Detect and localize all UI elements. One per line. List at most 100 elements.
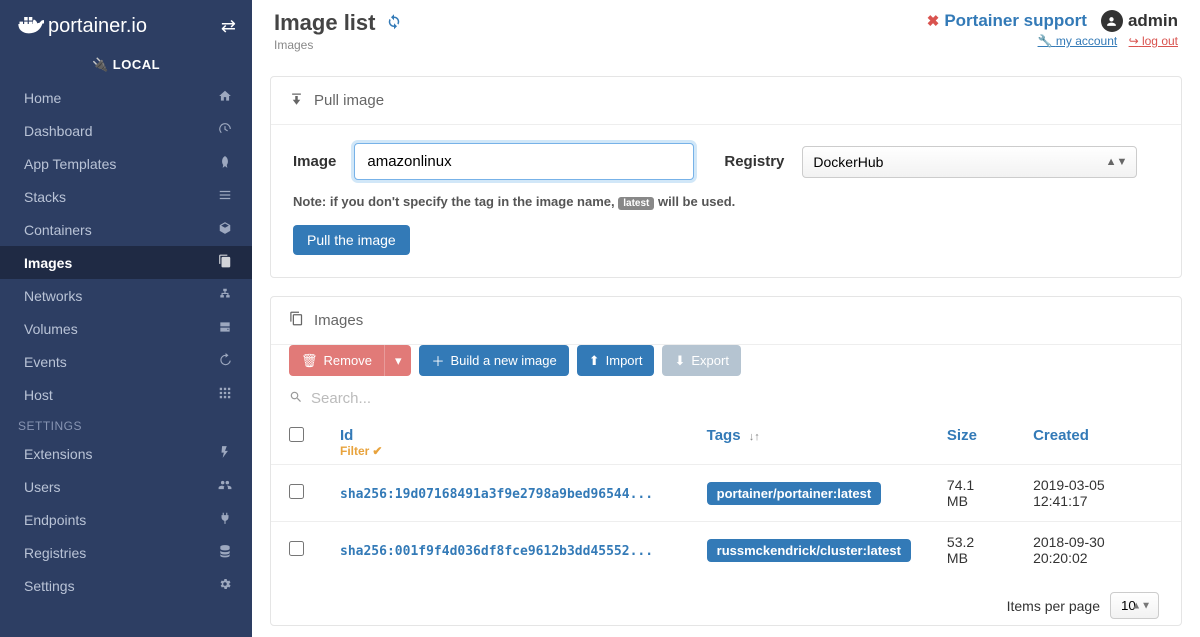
logout-link[interactable]: ↪ log out: [1129, 34, 1178, 48]
pull-note: Note: if you don't specify the tag in th…: [293, 194, 1159, 209]
build-image-button[interactable]: ＋ Build a new image: [419, 345, 568, 376]
select-all-checkbox[interactable]: [289, 427, 304, 442]
sidebar-item-label: Networks: [24, 288, 82, 304]
sidebar: portainer.io ⇄ 🔌 LOCAL HomeDashboardApp …: [0, 0, 252, 637]
sidebar-item-label: Registries: [24, 545, 86, 561]
plug-icon: [216, 511, 234, 528]
refresh-icon[interactable]: [385, 12, 403, 35]
sidebar-item-label: Home: [24, 90, 61, 106]
logout-icon: ↪: [1129, 34, 1139, 48]
check-icon: ✔: [372, 444, 382, 458]
sidebar-item-settings[interactable]: Settings: [0, 569, 252, 602]
sidebar-item-volumes[interactable]: Volumes: [0, 312, 252, 345]
sidebar-item-label: Dashboard: [24, 123, 93, 139]
sidebar-item-label: Events: [24, 354, 67, 370]
image-created: 2019-03-05 12:41:17: [1015, 465, 1181, 522]
sidebar-item-users[interactable]: Users: [0, 470, 252, 503]
sidebar-item-label: Images: [24, 255, 72, 271]
col-id[interactable]: Id: [340, 427, 671, 444]
row-checkbox[interactable]: [289, 484, 304, 499]
sidebar-item-label: Users: [24, 479, 61, 495]
sidebar-item-registries[interactable]: Registries: [0, 536, 252, 569]
swap-icon[interactable]: ⇄: [221, 16, 236, 37]
image-id-link[interactable]: sha256:001f9f4d036df8fce9612b3dd45552...: [340, 544, 653, 559]
breadcrumb: Images: [274, 38, 403, 52]
list-icon: [216, 188, 234, 205]
image-label: Image: [293, 153, 336, 170]
logo-row: portainer.io ⇄: [0, 0, 252, 51]
image-input[interactable]: [354, 143, 694, 180]
grid-icon: [216, 386, 234, 403]
cube-icon: [216, 221, 234, 238]
brand-text: portainer.io: [48, 15, 147, 38]
main: Image list Images ✖ Portainer support: [252, 0, 1200, 637]
sidebar-item-endpoints[interactable]: Endpoints: [0, 503, 252, 536]
registry-select[interactable]: DockerHub: [802, 146, 1137, 178]
clone-icon: [289, 311, 304, 330]
download-icon: [289, 91, 304, 110]
sidebar-item-label: Settings: [24, 578, 75, 594]
settings-list: Extensions Users Endpoints Registries Settin…: [0, 437, 252, 602]
items-per-page-select[interactable]: 10: [1110, 592, 1159, 619]
user-block: ✖ Portainer support admin 🔧 my account ↪…: [927, 10, 1178, 52]
items-per-page-label: Items per page: [1007, 598, 1100, 614]
brand-logo[interactable]: portainer.io: [16, 10, 147, 43]
image-tag[interactable]: portainer/portainer:latest: [707, 482, 882, 505]
sidebar-item-home[interactable]: Home: [0, 81, 252, 114]
images-table: Id Filter ✔ Tags ↓↑ Size Created: [271, 417, 1181, 578]
upload-icon: ⬆: [589, 353, 600, 369]
col-tags[interactable]: Tags ↓↑: [689, 417, 929, 465]
lifebuoy-icon: ✖: [927, 12, 940, 30]
images-panel-header: Images: [271, 297, 1181, 345]
sidebar-item-host[interactable]: Host: [0, 378, 252, 411]
whale-icon: [16, 10, 44, 43]
sidebar-item-events[interactable]: Events: [0, 345, 252, 378]
export-button[interactable]: ⬇ Export: [662, 345, 740, 376]
sitemap-icon: [216, 287, 234, 304]
sidebar-item-label: Host: [24, 387, 53, 403]
sidebar-item-containers[interactable]: Containers: [0, 213, 252, 246]
sort-icon: ↓↑: [749, 431, 760, 443]
search-input[interactable]: [311, 390, 611, 407]
table-row: sha256:19d07168491a3f9e2798a9bed96544...…: [271, 465, 1181, 522]
image-tag[interactable]: russmckendrick/cluster:latest: [707, 539, 911, 562]
image-size: 74.1 MB: [929, 465, 1015, 522]
cogs-icon: [216, 577, 234, 594]
wrench-icon: 🔧: [1038, 34, 1053, 48]
sidebar-item-label: Containers: [24, 222, 92, 238]
rocket-icon: [216, 155, 234, 172]
registry-label: Registry: [724, 153, 784, 170]
pull-image-button[interactable]: Pull the image: [293, 225, 410, 255]
image-id-link[interactable]: sha256:19d07168491a3f9e2798a9bed96544...: [340, 487, 653, 502]
row-checkbox[interactable]: [289, 541, 304, 556]
remove-dropdown-toggle[interactable]: ▾: [384, 345, 412, 376]
sidebar-item-images[interactable]: Images: [0, 246, 252, 279]
sidebar-item-networks[interactable]: Networks: [0, 279, 252, 312]
page-title: Image list: [274, 10, 375, 36]
settings-heading: SETTINGS: [0, 411, 252, 437]
col-size[interactable]: Size: [929, 417, 1015, 465]
support-link[interactable]: ✖ Portainer support: [927, 11, 1087, 31]
search-icon: [289, 390, 303, 407]
plug-icon: 🔌: [92, 57, 109, 72]
user-icon: [1101, 10, 1123, 32]
users-icon: [216, 478, 234, 495]
sidebar-item-label: Stacks: [24, 189, 66, 205]
sidebar-item-label: App Templates: [24, 156, 116, 172]
my-account-link[interactable]: 🔧 my account: [1038, 34, 1118, 48]
sidebar-item-dashboard[interactable]: Dashboard: [0, 114, 252, 147]
sidebar-item-extensions[interactable]: Extensions: [0, 437, 252, 470]
pull-image-header: Pull image: [271, 77, 1181, 125]
images-panel: Images 🗑 Remove ▾ ＋ Build a new image: [270, 296, 1182, 626]
table-row: sha256:001f9f4d036df8fce9612b3dd45552...…: [271, 522, 1181, 579]
col-created[interactable]: Created: [1015, 417, 1181, 465]
sidebar-item-app-templates[interactable]: App Templates: [0, 147, 252, 180]
current-user[interactable]: admin: [1101, 10, 1178, 32]
image-size: 53.2 MB: [929, 522, 1015, 579]
latest-chip: latest: [618, 197, 654, 210]
remove-button[interactable]: 🗑 Remove: [289, 345, 384, 376]
sidebar-item-stacks[interactable]: Stacks: [0, 180, 252, 213]
import-button[interactable]: ⬆ Import: [577, 345, 655, 376]
sidebar-item-label: Volumes: [24, 321, 78, 337]
filter-toggle[interactable]: Filter ✔: [340, 444, 671, 458]
